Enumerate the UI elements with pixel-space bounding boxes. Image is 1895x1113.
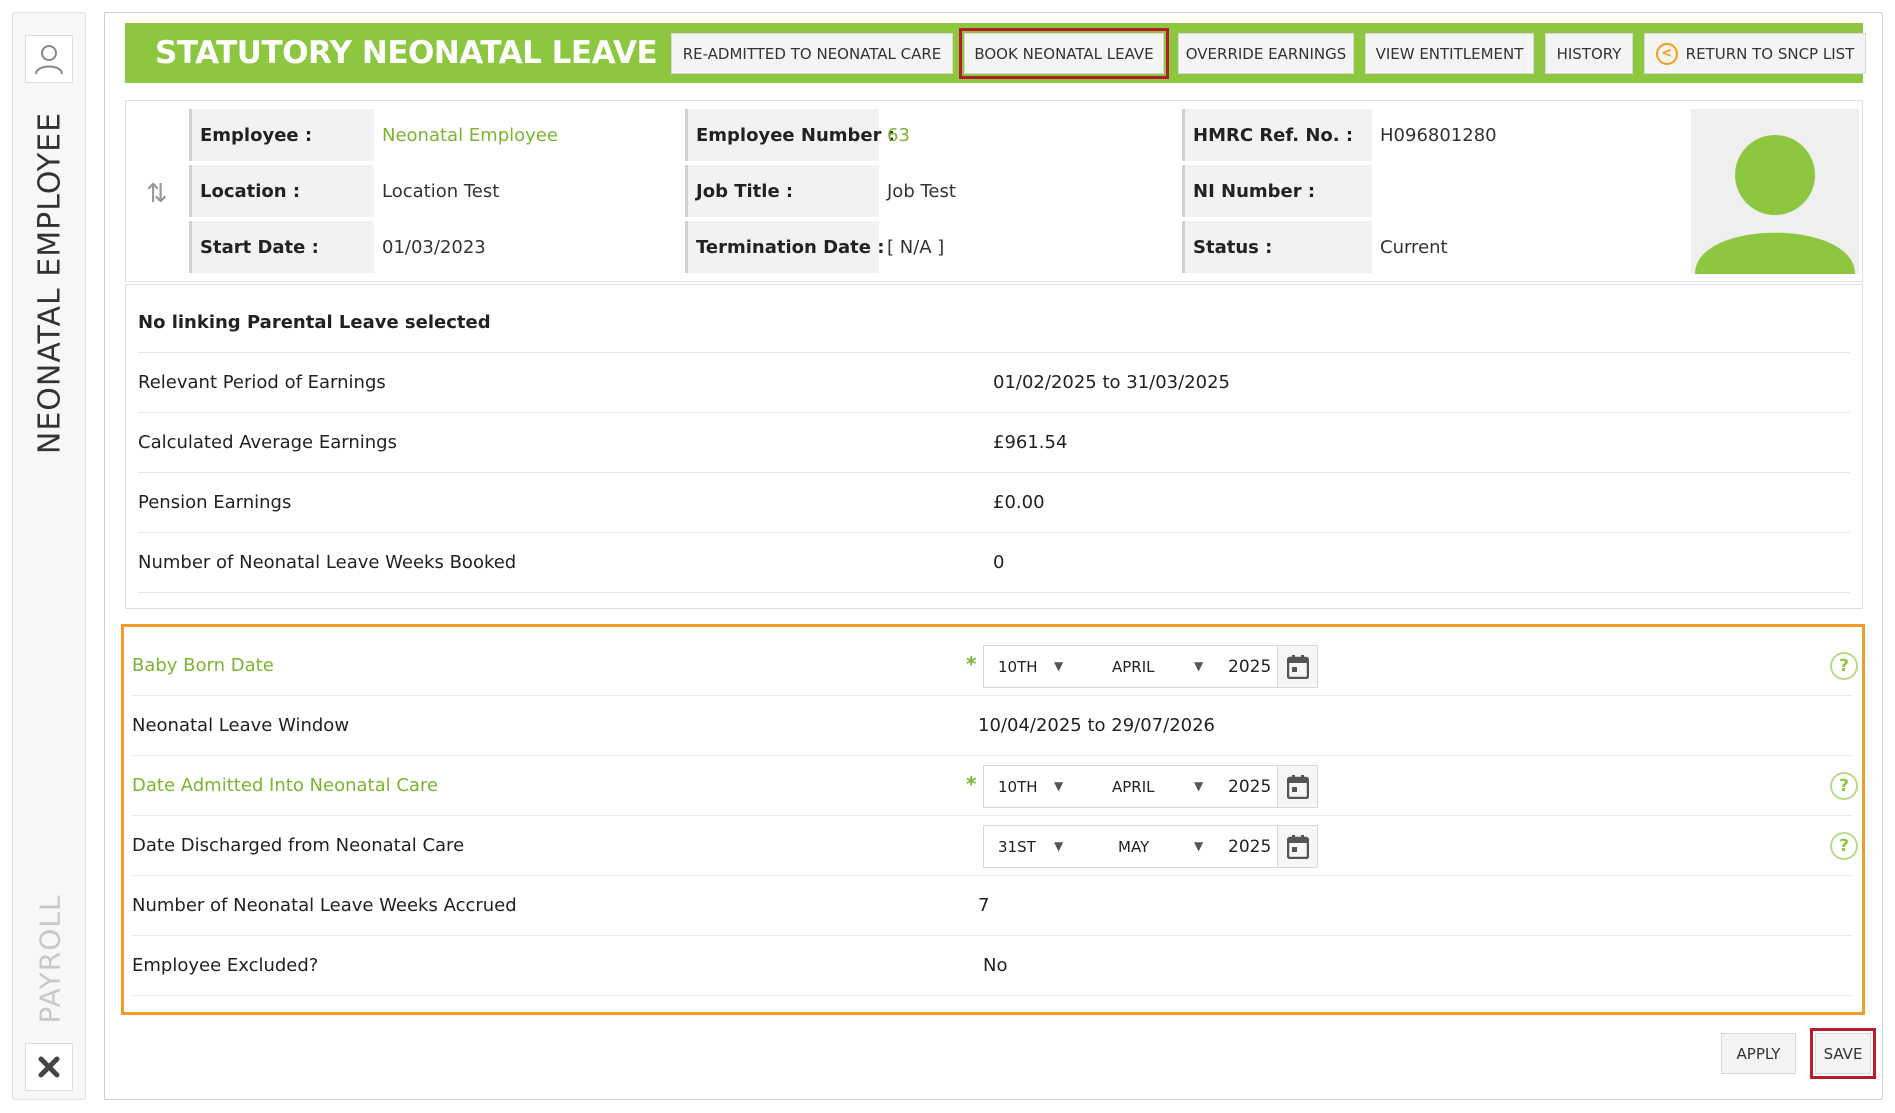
employee-info-card: ⇅ Employee : Neonatal Employee Employee …: [125, 100, 1863, 282]
help-icon[interactable]: ?: [1830, 772, 1858, 800]
view-entitlement-button[interactable]: VIEW ENTITLEMENT: [1365, 33, 1534, 74]
save-button[interactable]: SAVE: [1810, 1028, 1876, 1079]
calendar-icon[interactable]: [1277, 766, 1317, 807]
calendar-icon[interactable]: [1277, 826, 1317, 867]
admitted-month-select[interactable]: APRIL: [1112, 778, 1155, 796]
summary-row-value: 0: [993, 552, 1005, 573]
chevron-down-icon[interactable]: ▼: [1194, 839, 1203, 853]
hmrc-label: HMRC Ref. No. :: [1182, 109, 1372, 161]
ni-number-label: NI Number :: [1182, 165, 1372, 217]
employee-excluded-value: No: [983, 955, 1008, 976]
date-admitted-picker: 10TH ▼ APRIL ▼ 2025: [983, 765, 1318, 808]
help-icon[interactable]: ?: [1830, 652, 1858, 680]
discharged-day-select[interactable]: 31ST: [998, 838, 1036, 856]
employee-number-label: Employee Number :: [685, 109, 895, 161]
avatar: [1691, 109, 1859, 274]
baby-born-date-label: Baby Born Date: [132, 655, 274, 676]
weeks-accrued-value: 7: [978, 895, 990, 916]
employee-number-link[interactable]: 63: [879, 109, 1169, 161]
earnings-summary: No linking Parental Leave selected Relev…: [125, 284, 1863, 609]
summary-title: No linking Parental Leave selected: [138, 312, 491, 333]
history-button[interactable]: HISTORY: [1545, 33, 1633, 74]
discharged-month-select[interactable]: MAY: [1118, 838, 1149, 856]
chevron-down-icon[interactable]: ▼: [1194, 779, 1203, 793]
admitted-year-input[interactable]: 2025: [1228, 777, 1271, 797]
calendar-icon[interactable]: [1277, 646, 1317, 687]
apply-button[interactable]: APPLY: [1721, 1033, 1796, 1074]
sidebar-employee-label: NEONATAL EMPLOYEE: [32, 111, 68, 455]
required-marker: *: [966, 652, 977, 676]
status-label: Status :: [1182, 221, 1372, 273]
summary-row: Number of Neonatal Leave Weeks Booked 0: [138, 533, 1850, 593]
chevron-down-icon[interactable]: ▼: [1194, 659, 1203, 673]
leave-window-label: Neonatal Leave Window: [132, 715, 350, 736]
neonatal-leave-form: Baby Born Date * 10TH ▼ APRIL ▼ 2025 ? N…: [121, 624, 1865, 1015]
termination-date-value: [ N/A ]: [887, 236, 945, 258]
baby-born-year-input[interactable]: 2025: [1228, 657, 1271, 677]
close-icon[interactable]: [25, 1043, 73, 1091]
employee-name-link[interactable]: Neonatal Employee: [374, 109, 674, 161]
baby-born-date-picker: 10TH ▼ APRIL ▼ 2025: [983, 645, 1318, 688]
baby-born-month-select[interactable]: APRIL: [1112, 658, 1155, 676]
date-discharged-picker: 31ST ▼ MAY ▼ 2025: [983, 825, 1318, 868]
summary-row-label: Relevant Period of Earnings: [138, 372, 386, 393]
chevron-down-icon[interactable]: ▼: [1054, 779, 1063, 793]
status-value: Current: [1380, 236, 1448, 258]
page-header: STATUTORY NEONATAL LEAVE RE-ADMITTED TO …: [125, 23, 1866, 83]
avatar-person-icon: [1695, 135, 1855, 274]
discharged-year-input[interactable]: 2025: [1228, 837, 1271, 857]
required-marker: *: [966, 772, 977, 796]
sidebar-payroll-label[interactable]: PAYROLL: [34, 895, 67, 1024]
chevron-down-icon[interactable]: ▼: [1054, 659, 1063, 673]
return-label: RETURN TO SNCP LIST: [1685, 44, 1855, 63]
readmitted-button[interactable]: RE-ADMITTED TO NEONATAL CARE: [671, 33, 953, 74]
hmrc-value: H096801280: [1380, 124, 1497, 146]
leave-window-value: 10/04/2025 to 29/07/2026: [978, 715, 1216, 736]
admitted-day-select[interactable]: 10TH: [998, 778, 1038, 796]
return-to-sncp-list-button[interactable]: < RETURN TO SNCP LIST: [1644, 33, 1866, 74]
book-neonatal-leave-button[interactable]: BOOK NEONATAL LEAVE: [959, 28, 1169, 79]
leave-window-row: Neonatal Leave Window 10/04/2025 to 29/0…: [132, 696, 1852, 756]
page-title: STATUTORY NEONATAL LEAVE: [155, 35, 658, 71]
override-earnings-button[interactable]: OVERRIDE EARNINGS: [1178, 33, 1354, 74]
employee-label: Employee :: [189, 109, 374, 161]
job-title-value: Job Test: [887, 180, 956, 202]
baby-born-day-select[interactable]: 10TH: [998, 658, 1038, 676]
summary-row-label: Pension Earnings: [138, 492, 292, 513]
summary-row-value: £961.54: [993, 432, 1068, 453]
summary-row-value: 01/02/2025 to 31/03/2025: [993, 372, 1231, 393]
date-admitted-label: Date Admitted Into Neonatal Care: [132, 775, 439, 796]
summary-row: Pension Earnings £0.00: [138, 473, 1850, 533]
date-admitted-row: Date Admitted Into Neonatal Care * 10TH …: [132, 756, 1858, 816]
left-sidebar: NEONATAL EMPLOYEE PAYROLL: [12, 12, 86, 1100]
employee-excluded-row: Employee Excluded? No: [132, 936, 1852, 996]
baby-born-date-row: Baby Born Date * 10TH ▼ APRIL ▼ 2025 ?: [132, 636, 1858, 696]
user-icon[interactable]: [25, 35, 73, 83]
summary-row-label: Number of Neonatal Leave Weeks Booked: [138, 552, 517, 573]
chevron-down-icon[interactable]: ▼: [1054, 839, 1063, 853]
employee-excluded-label: Employee Excluded?: [132, 955, 319, 976]
summary-row: Relevant Period of Earnings 01/02/2025 t…: [138, 353, 1850, 413]
main-panel: STATUTORY NEONATAL LEAVE RE-ADMITTED TO …: [104, 12, 1883, 1100]
back-arrow-icon: <: [1655, 42, 1678, 65]
help-icon[interactable]: ?: [1830, 832, 1858, 860]
summary-title-row: No linking Parental Leave selected: [138, 293, 1850, 353]
summary-row-value: £0.00: [993, 492, 1045, 513]
location-value: Location Test: [382, 180, 500, 202]
start-date-value: 01/03/2023: [382, 236, 486, 258]
date-discharged-label: Date Discharged from Neonatal Care: [132, 835, 465, 856]
swap-arrows-icon[interactable]: ⇅: [146, 179, 168, 209]
ni-number-value: [1372, 165, 1682, 217]
start-date-label: Start Date :: [189, 221, 374, 273]
job-title-label: Job Title :: [685, 165, 879, 217]
termination-date-label: Termination Date :: [685, 221, 884, 273]
location-label: Location :: [189, 165, 374, 217]
summary-row-label: Calculated Average Earnings: [138, 432, 397, 453]
summary-row: Calculated Average Earnings £961.54: [138, 413, 1850, 473]
weeks-accrued-label: Number of Neonatal Leave Weeks Accrued: [132, 895, 517, 916]
date-discharged-row: Date Discharged from Neonatal Care 31ST …: [132, 816, 1858, 876]
weeks-accrued-row: Number of Neonatal Leave Weeks Accrued 7: [132, 876, 1852, 936]
